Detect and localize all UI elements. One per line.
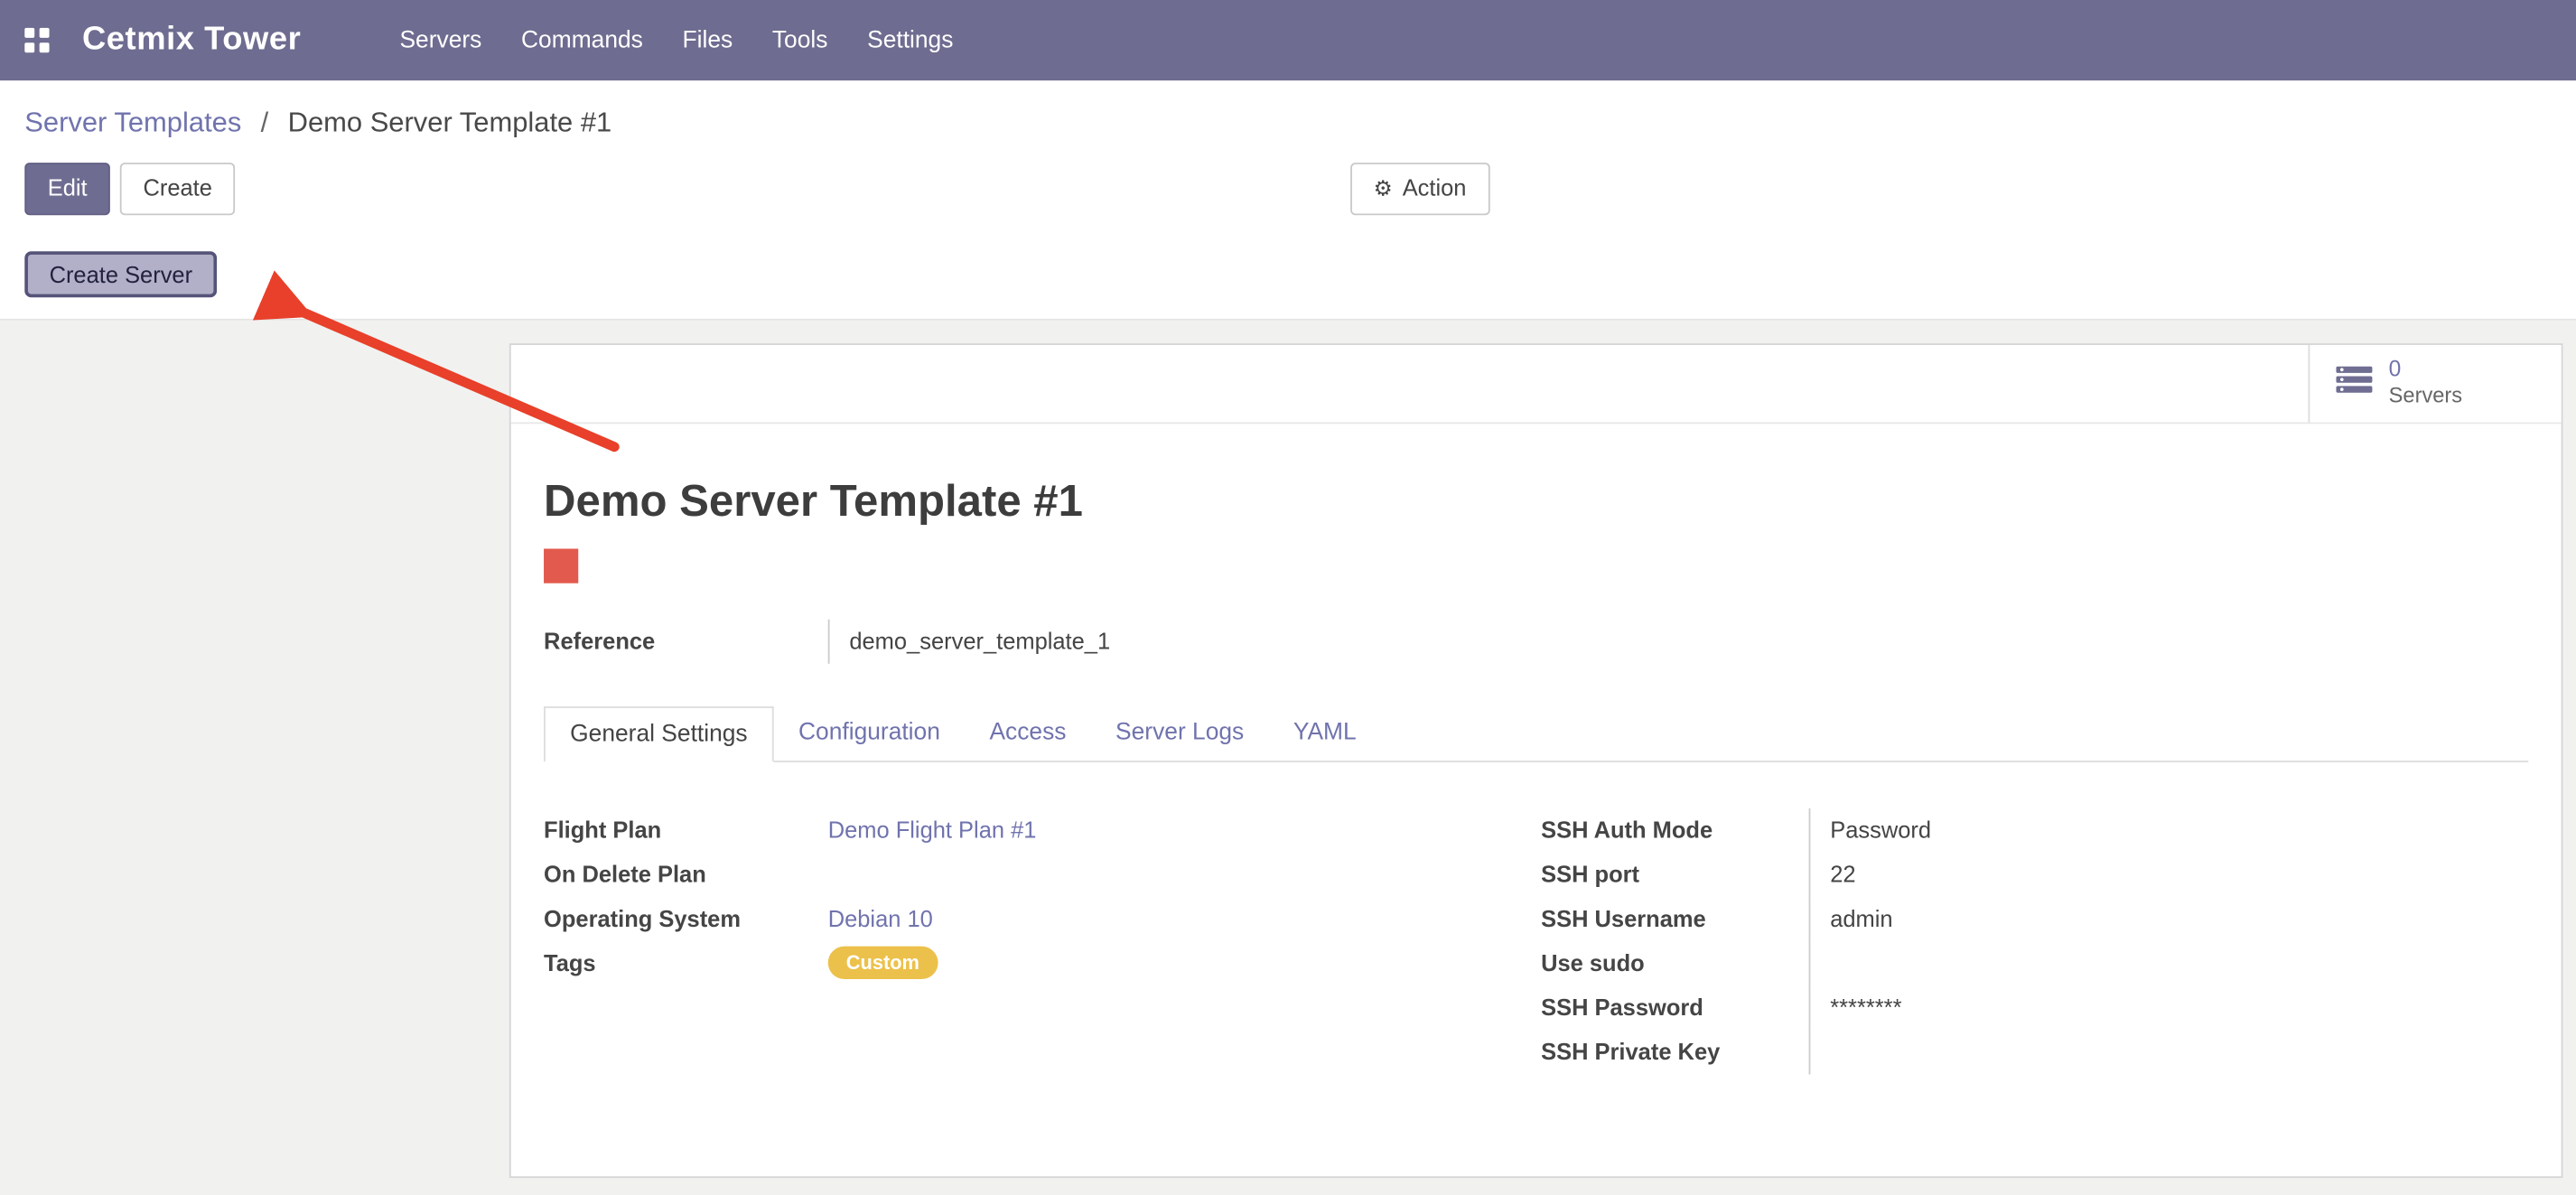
breadcrumb-separator: / xyxy=(261,107,269,138)
record-title: Demo Server Template #1 xyxy=(544,476,2528,527)
breadcrumb-parent-link[interactable]: Server Templates xyxy=(24,107,241,138)
field-row-ssh-auth-mode: SSH Auth Mode Password xyxy=(1541,808,2528,852)
nav-item-servers[interactable]: Servers xyxy=(399,27,481,53)
tab-yaml[interactable]: YAML xyxy=(1269,705,1381,761)
field-row-ssh-port: SSH port 22 xyxy=(1541,852,2528,896)
reference-value: demo_server_template_1 xyxy=(828,619,1110,663)
field-row-tags: Tags Custom xyxy=(544,940,1541,985)
action-button-label: Action xyxy=(1403,174,1467,203)
reference-field: Reference demo_server_template_1 xyxy=(544,619,2528,663)
ssh-port-value: 22 xyxy=(1809,852,2529,896)
tags-label: Tags xyxy=(544,940,828,985)
nav-item-files[interactable]: Files xyxy=(683,27,733,53)
form-sheet: 0 Servers Demo Server Template #1 Refere… xyxy=(509,342,2563,1177)
ssh-username-value: admin xyxy=(1809,896,2529,940)
ssh-password-label: SSH Password xyxy=(1541,985,1808,1029)
field-row-ssh-username: SSH Username admin xyxy=(1541,896,2528,940)
field-row-use-sudo: Use sudo xyxy=(1541,940,2528,985)
gear-icon: ⚙ xyxy=(1374,178,1393,200)
button-box: 0 Servers xyxy=(511,344,2562,423)
field-row-on-delete-plan: On Delete Plan xyxy=(544,852,1541,896)
reference-label: Reference xyxy=(544,619,828,663)
field-row-flight-plan: Flight Plan Demo Flight Plan #1 xyxy=(544,808,1541,852)
tab-bar: General Settings Configuration Access Se… xyxy=(544,705,2528,761)
use-sudo-label: Use sudo xyxy=(1541,940,1808,985)
ssh-password-value: ******** xyxy=(1809,985,2529,1029)
top-navbar: Cetmix Tower Servers Commands Files Tool… xyxy=(0,0,2576,80)
edit-button[interactable]: Edit xyxy=(24,163,110,214)
form-buttons-row: Edit Create ⚙ Action xyxy=(0,150,2576,238)
field-row-operating-system: Operating System Debian 10 xyxy=(544,896,1541,940)
field-row-ssh-private-key: SSH Private Key xyxy=(1541,1030,2528,1074)
create-button[interactable]: Create xyxy=(120,163,235,214)
brand-title[interactable]: Cetmix Tower xyxy=(82,22,301,60)
tab-access[interactable]: Access xyxy=(965,705,1091,761)
color-swatch[interactable] xyxy=(544,548,578,583)
apps-grid-icon[interactable] xyxy=(24,28,49,52)
right-field-group: SSH Auth Mode Password SSH port 22 SSH U… xyxy=(1541,808,2528,1074)
flight-plan-link[interactable]: Demo Flight Plan #1 xyxy=(828,817,1037,843)
operating-system-link[interactable]: Debian 10 xyxy=(828,905,933,931)
statusbar: Create Server xyxy=(0,238,2576,320)
nav-item-settings[interactable]: Settings xyxy=(867,27,953,53)
servers-stat-button[interactable]: 0 Servers xyxy=(2309,344,2562,421)
tab-configuration[interactable]: Configuration xyxy=(774,705,965,761)
ssh-private-key-value xyxy=(1809,1030,2529,1074)
tag-badge-custom[interactable]: Custom xyxy=(828,946,938,979)
ssh-auth-mode-label: SSH Auth Mode xyxy=(1541,808,1808,852)
server-stack-icon xyxy=(2336,367,2372,399)
use-sudo-value xyxy=(1809,940,2529,985)
servers-count: 0 xyxy=(2389,357,2462,383)
ssh-port-label: SSH port xyxy=(1541,852,1808,896)
create-server-button[interactable]: Create Server xyxy=(24,250,217,296)
on-delete-plan-label: On Delete Plan xyxy=(544,852,828,896)
content-area: 0 Servers Demo Server Template #1 Refere… xyxy=(0,320,2576,1195)
nav-item-commands[interactable]: Commands xyxy=(521,27,643,53)
operating-system-label: Operating System xyxy=(544,896,828,940)
flight-plan-label: Flight Plan xyxy=(544,808,828,852)
left-field-group: Flight Plan Demo Flight Plan #1 On Delet… xyxy=(544,808,1541,1074)
breadcrumb-current: Demo Server Template #1 xyxy=(288,107,612,138)
nav-item-tools[interactable]: Tools xyxy=(772,27,828,53)
field-row-ssh-password: SSH Password ******** xyxy=(1541,985,2528,1029)
action-button[interactable]: ⚙ Action xyxy=(1350,163,1489,214)
app-root: Cetmix Tower Servers Commands Files Tool… xyxy=(0,0,2576,1174)
tab-server-logs[interactable]: Server Logs xyxy=(1091,705,1269,761)
field-groups: Flight Plan Demo Flight Plan #1 On Delet… xyxy=(544,808,2528,1074)
ssh-private-key-label: SSH Private Key xyxy=(1541,1030,1808,1074)
ssh-username-label: SSH Username xyxy=(1541,896,1808,940)
ssh-auth-mode-value: Password xyxy=(1809,808,2529,852)
main-menu: Servers Commands Files Tools Settings xyxy=(399,27,953,53)
breadcrumb: Server Templates / Demo Server Template … xyxy=(0,80,2576,149)
servers-count-label: Servers xyxy=(2389,383,2462,408)
tab-general-settings[interactable]: General Settings xyxy=(544,705,774,761)
